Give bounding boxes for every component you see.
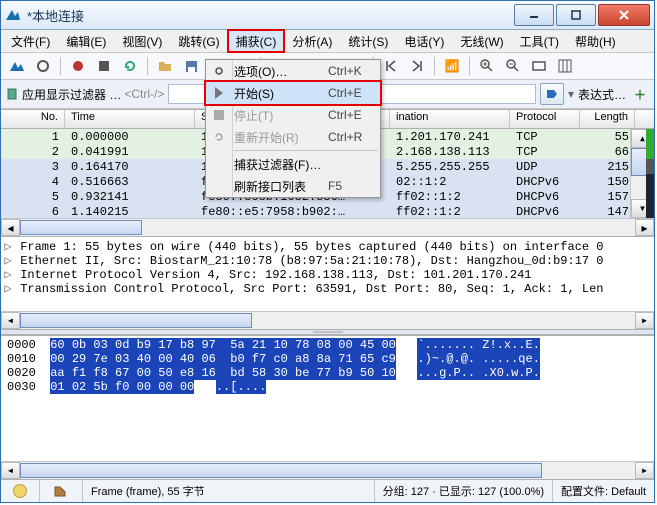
menuitem-label: 重新开始(R): [232, 129, 328, 146]
menuitem-label: 捕获过滤器(F)…: [232, 156, 328, 173]
menuitem-开始s[interactable]: 开始(S)Ctrl+E: [206, 82, 380, 104]
status-frame: Frame (frame), 55 字节: [82, 480, 374, 502]
menuitem-shortcut: Ctrl+K: [328, 64, 380, 78]
options-icon[interactable]: [31, 54, 55, 78]
menu-帮助h[interactable]: 帮助(H): [567, 30, 624, 52]
menu-统计s[interactable]: 统计(S): [340, 30, 396, 52]
restart-icon[interactable]: [118, 54, 142, 78]
detail-line[interactable]: ▷ Transmission Control Protocol, Src Por…: [3, 281, 652, 295]
status-packets: 分组: 127 · 已显示: 127 (100.0%): [374, 480, 552, 502]
gear-icon: [206, 65, 232, 77]
menubar: 文件(F)编辑(E)视图(V)跳转(G)捕获(C)分析(A)统计(S)电话(Y)…: [1, 30, 654, 53]
menuitem-重新开始r: 重新开始(R)Ctrl+R: [206, 126, 380, 148]
scroll-left-icon[interactable]: ◂: [1, 219, 20, 236]
start-icon[interactable]: [66, 54, 90, 78]
expander-icon[interactable]: ▷: [3, 239, 13, 254]
expander-icon[interactable]: ▷: [3, 267, 13, 282]
hscrollbar[interactable]: ◂ ▸: [1, 218, 654, 236]
menuitem-shortcut: Ctrl+R: [328, 130, 380, 144]
menu-跳转g[interactable]: 跳转(G): [170, 30, 227, 52]
filter-hint: <Ctrl-/>: [124, 87, 164, 101]
hex-row[interactable]: 0020 aa f1 f8 67 00 50 e8 16 bd 58 30 be…: [7, 366, 648, 380]
menu-工具t[interactable]: 工具(T): [512, 30, 567, 52]
column-length[interactable]: Length: [580, 110, 635, 128]
titlebar: *本地连接: [1, 1, 654, 30]
hex-row[interactable]: 0000 60 0b 03 0d b9 17 b8 97 5a 21 10 78…: [7, 338, 648, 352]
filter-apply-button[interactable]: [540, 83, 564, 105]
expert-info-icon[interactable]: [13, 484, 27, 498]
zoom-in-icon[interactable]: [475, 54, 499, 78]
add-filter-button[interactable]: ＋: [630, 84, 650, 104]
window-title: *本地连接: [27, 6, 512, 25]
stop-icon: [206, 110, 232, 120]
maximize-button[interactable]: [556, 4, 596, 26]
menu-无线w[interactable]: 无线(W): [452, 30, 511, 52]
minimize-button[interactable]: [514, 4, 554, 26]
hex-row[interactable]: 0030 01 02 5b f0 00 00 00 ..[....: [7, 380, 648, 394]
hscrollbar[interactable]: ◂▸: [1, 461, 654, 479]
menuitem-shortcut: F5: [328, 179, 380, 193]
menu-分析a[interactable]: 分析(A): [284, 30, 340, 52]
first-icon[interactable]: [379, 54, 403, 78]
menuitem-label: 刷新接口列表: [232, 178, 328, 195]
status-bar: Frame (frame), 55 字节 分组: 127 · 已显示: 127 …: [1, 479, 654, 502]
menuitem-shortcut: Ctrl+E: [328, 86, 380, 100]
scroll-right-icon[interactable]: ▸: [635, 219, 654, 236]
column-no[interactable]: No.: [1, 110, 65, 128]
capture-file-icon[interactable]: [39, 480, 82, 502]
open-icon[interactable]: [153, 54, 177, 78]
interfaces-icon[interactable]: [5, 54, 29, 78]
expression-link[interactable]: 表达式…: [578, 86, 626, 103]
menu-文件f[interactable]: 文件(F): [3, 30, 58, 52]
column-time[interactable]: Time: [65, 110, 195, 128]
packet-details[interactable]: ▷ Frame 1: 55 bytes on wire (440 bits), …: [1, 236, 654, 329]
column-ination[interactable]: ination: [390, 110, 510, 128]
packet-bytes[interactable]: 0000 60 0b 03 0d b9 17 b8 97 5a 21 10 78…: [1, 335, 654, 479]
save-icon[interactable]: [179, 54, 203, 78]
hex-row[interactable]: 0010 00 29 7e 03 40 00 40 06 b0 f7 c0 a8…: [7, 352, 648, 366]
expander-icon[interactable]: ▷: [3, 253, 13, 268]
menuitem-shortcut: Ctrl+E: [328, 108, 380, 122]
expander-icon[interactable]: ▷: [3, 281, 13, 296]
menuitem-停止t: 停止(T)Ctrl+E: [206, 104, 380, 126]
app-icon: [5, 7, 21, 23]
restart-icon: [206, 131, 232, 143]
menuitem-label: 选项(O)…: [232, 63, 328, 80]
last-icon[interactable]: [405, 54, 429, 78]
column-protocol[interactable]: Protocol: [510, 110, 580, 128]
packet-row[interactable]: 61.140215fe80::e5:7958:b902:…ff02::1:2DH…: [1, 204, 654, 218]
detail-line[interactable]: ▷ Ethernet II, Src: BiostarM_21:10:78 (b…: [3, 253, 652, 267]
menuitem-捕获过滤器f[interactable]: 捕获过滤器(F)…: [206, 153, 380, 175]
menuitem-label: 停止(T): [232, 107, 328, 124]
bookmark-icon[interactable]: [5, 87, 19, 101]
menu-捕获c[interactable]: 捕获(C): [228, 30, 285, 52]
filter-label: 应用显示过滤器 …: [22, 86, 121, 103]
menu-电话y[interactable]: 电话(Y): [396, 30, 452, 52]
resize-cols-icon[interactable]: [553, 54, 577, 78]
hscrollbar[interactable]: ◂▸: [1, 311, 654, 329]
close-button[interactable]: [598, 4, 650, 26]
detail-line[interactable]: ▷ Internet Protocol Version 4, Src: 192.…: [3, 267, 652, 281]
menuitem-label: 开始(S): [232, 85, 328, 102]
autoscroll-icon[interactable]: 📶: [440, 54, 464, 78]
stop-icon[interactable]: [92, 54, 116, 78]
menu-编辑e[interactable]: 编辑(E): [58, 30, 114, 52]
zoom-out-icon[interactable]: [501, 54, 525, 78]
status-profile[interactable]: 配置文件: Default: [552, 480, 654, 502]
menu-视图v[interactable]: 视图(V): [114, 30, 170, 52]
play-icon: [206, 87, 232, 99]
detail-line[interactable]: ▷ Frame 1: 55 bytes on wire (440 bits), …: [3, 239, 652, 253]
capture-menu-dropdown: 选项(O)…Ctrl+K开始(S)Ctrl+E停止(T)Ctrl+E重新开始(R…: [205, 59, 381, 198]
menuitem-刷新接口列表[interactable]: 刷新接口列表F5: [206, 175, 380, 197]
menuitem-选项o[interactable]: 选项(O)…Ctrl+K: [206, 60, 380, 82]
zoom-reset-icon[interactable]: [527, 54, 551, 78]
